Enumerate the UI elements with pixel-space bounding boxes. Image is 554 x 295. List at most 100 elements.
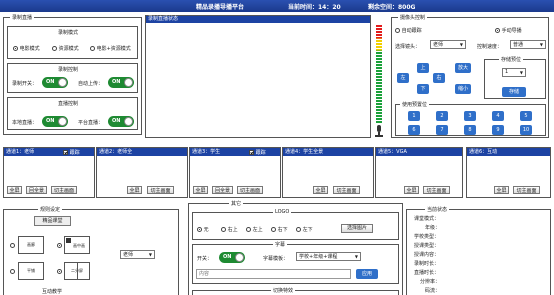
pan-left-button[interactable]: 左 [397, 73, 409, 83]
auto-track-option[interactable]: 自动跟踪 [395, 27, 422, 34]
preset-dropdown[interactable]: 1 ▼ [502, 68, 526, 77]
layout-split-thumb[interactable]: 二分屏 [64, 262, 90, 280]
record-live-legend: 录制直播 [10, 14, 35, 21]
preset-6-button[interactable]: 6 [408, 125, 420, 135]
logo-bottom-left-option[interactable]: 左下 [296, 226, 313, 233]
choose-image-button[interactable]: 选择图片 [341, 224, 373, 233]
status-school-type: 学校类型： [414, 234, 440, 240]
subtitle-template-dropdown[interactable]: 学校+年级+课程 ▼ [296, 252, 361, 261]
zoom-in-button[interactable]: 放大 [455, 63, 471, 73]
auto-upload-toggle[interactable]: ON [108, 77, 134, 88]
layout-tile-radio[interactable] [10, 269, 15, 275]
radio-icon [221, 227, 226, 232]
record-switch-toggle[interactable]: ON [42, 77, 68, 88]
camera-control-legend: 摄像头控制 [398, 14, 428, 21]
channel-1-main-button[interactable]: 切主画面 [51, 186, 77, 194]
status-lesson-content: 授课内容： [414, 252, 440, 258]
channel-3-panel: 通道3：学生 跟踪 全屏 回全景 切主画面 [189, 147, 281, 198]
channel-6-video [469, 157, 548, 184]
pan-down-button[interactable]: 下 [417, 84, 429, 94]
subtitle-switch-toggle[interactable]: ON [219, 252, 245, 263]
preset-store-group: 存储预位 1 ▼ 存储 [484, 56, 546, 99]
channel-1-follow-checkbox[interactable]: 跟踪 [63, 149, 80, 156]
mode-resource[interactable]: 资源模式 [52, 45, 79, 52]
channel-4-title: 通道4：学生全景 [283, 148, 373, 156]
channel-3-follow-checkbox[interactable]: 跟踪 [249, 149, 266, 156]
channel-1-title: 通道1：老师 [4, 148, 94, 156]
course-button[interactable]: 精品课堂 [34, 216, 71, 226]
radio-icon [52, 46, 57, 51]
platform-live-toggle[interactable]: ON [108, 116, 134, 127]
layout-split-radio[interactable] [57, 269, 62, 275]
status-live-duration: 直播时长： [414, 270, 440, 276]
pan-up-button[interactable]: 上 [417, 63, 429, 73]
preset-9-button[interactable]: 9 [492, 125, 504, 135]
channel-3-fullscreen-button[interactable]: 全屏 [193, 186, 208, 194]
preset-4-button[interactable]: 4 [492, 111, 504, 121]
layout-gallery-radio[interactable] [10, 243, 15, 249]
layout-gallery-thumb[interactable]: 画廊 [18, 236, 44, 254]
preset-8-button[interactable]: 8 [464, 125, 476, 135]
preset-3-button[interactable]: 3 [464, 111, 476, 121]
status-lesson-type: 授课类型： [414, 243, 440, 249]
layout-camera-dropdown[interactable]: 老师 ▼ [120, 250, 155, 259]
subtitle-apply-button[interactable]: 应用 [356, 269, 378, 279]
logo-none-option[interactable]: 无 [197, 226, 209, 233]
subtitle-switch-label: 开关： [197, 256, 213, 262]
logo-bottom-right-option[interactable]: 右下 [271, 226, 288, 233]
status-panel: 当前状态 课堂模式： 年级： 学校类型： 授课类型： 授课内容： 录制时长： 直… [406, 206, 551, 295]
channel-5-title: 通道5：VGA [376, 148, 462, 156]
live-control-group: 直播控制 本地直播： ON 平台直播： ON [7, 97, 138, 130]
preset-save-button[interactable]: 存储 [502, 87, 526, 97]
channel-5-fullscreen-button[interactable]: 全屏 [404, 186, 419, 194]
mode-movie-resource[interactable]: 电影+资源模式 [90, 45, 131, 52]
record-mode-title: 录制模式 [58, 30, 79, 36]
channel-4-panel: 通道4：学生全景 全屏 切主画面 [282, 147, 374, 198]
camera-control-panel: 摄像头控制 自动跟踪 手动导播 选择镜头： 老师 ▼ 控制速度： 普通 ▼ 上 左 … [391, 14, 549, 138]
channel-6-fullscreen-button[interactable]: 全屏 [494, 186, 509, 194]
status-record-duration: 录制时长： [414, 261, 440, 267]
radio-icon [57, 243, 62, 248]
checkbox-icon [249, 150, 254, 155]
channel-6-main-button[interactable]: 切主画面 [513, 186, 540, 194]
channel-3-main-button[interactable]: 切主画面 [237, 186, 263, 194]
preset-2-button[interactable]: 2 [436, 111, 448, 121]
layout-tile-thumb[interactable]: 平铺 [18, 262, 44, 280]
layout-pip-thumb[interactable]: 画中画 [64, 236, 90, 254]
channel-1-panorama-button[interactable]: 回全景 [26, 186, 47, 194]
record-live-panel: 录制直播 录制模式 电影模式 资源模式 电影+资源模式 录制控制 录制开关： O… [3, 14, 142, 135]
local-live-toggle[interactable]: ON [42, 116, 68, 127]
status-resolution: 分辨率： [420, 279, 441, 285]
channel-3-panorama-button[interactable]: 回全景 [212, 186, 233, 194]
channel-4-main-button[interactable]: 切主画面 [333, 186, 360, 194]
preset-7-button[interactable]: 7 [436, 125, 448, 135]
radio-icon [495, 28, 500, 33]
channel-2-main-button[interactable]: 切主画面 [147, 186, 174, 194]
radio-icon [10, 243, 15, 248]
radio-icon [271, 227, 276, 232]
record-mode-group: 录制模式 电影模式 资源模式 电影+资源模式 [7, 26, 138, 59]
channel-2-fullscreen-button[interactable]: 全屏 [127, 186, 142, 194]
preset-5-button[interactable]: 5 [520, 111, 532, 121]
radio-icon [90, 46, 95, 51]
layout-pip-radio[interactable] [57, 243, 62, 249]
channel-3-title: 通道3：学生 [190, 148, 280, 156]
manual-director-option[interactable]: 手动导播 [495, 27, 522, 34]
logo-title: LOGO [273, 209, 292, 215]
select-camera-dropdown[interactable]: 老师 ▼ [430, 40, 466, 49]
mode-movie[interactable]: 电影模式 [13, 45, 40, 52]
channel-1-fullscreen-button[interactable]: 全屏 [7, 186, 22, 194]
preset-10-button[interactable]: 10 [520, 125, 532, 135]
pan-right-button[interactable]: 右 [433, 73, 445, 83]
channel-5-main-button[interactable]: 切主画面 [423, 186, 450, 194]
speed-dropdown[interactable]: 普通 ▼ [510, 40, 546, 49]
audio-level-meter [376, 25, 382, 123]
select-camera-label: 选择镜头： [395, 44, 421, 50]
channel-4-fullscreen-button[interactable]: 全屏 [313, 186, 328, 194]
zoom-out-button[interactable]: 缩小 [455, 84, 471, 94]
logo-top-right-option[interactable]: 右上 [221, 226, 238, 233]
subtitle-content-input[interactable] [196, 269, 351, 279]
preset-1-button[interactable]: 1 [408, 111, 420, 121]
logo-top-left-option[interactable]: 左上 [246, 226, 263, 233]
use-preset-legend: 使用预置位 [400, 101, 430, 108]
